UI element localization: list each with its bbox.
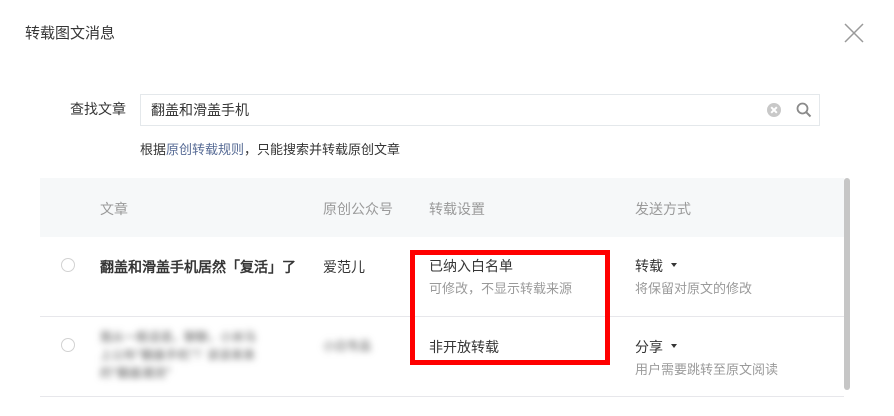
account-name-blurred: 小白专品 bbox=[323, 339, 372, 353]
repost-setting: 非开放转载 bbox=[429, 340, 499, 356]
header-account: 原创公众号 bbox=[323, 202, 393, 218]
caret-down-icon bbox=[671, 344, 677, 348]
article-title-blurred: 我从一般话语，聊聊，小米马 上公布"翻盖手机"？该该来来 的"翻盖潮流" bbox=[100, 328, 256, 382]
search-label: 查找文章 bbox=[70, 102, 126, 118]
article-title-line: 上公布"翻盖手机"？该该来来 bbox=[100, 348, 256, 362]
send-method-dropdown[interactable]: 转载 bbox=[635, 256, 677, 276]
article-title-line: 的"翻盖潮流" bbox=[100, 366, 172, 380]
table-header: 文章 原创公众号 转载设置 发送方式 bbox=[40, 178, 844, 237]
search-box bbox=[140, 94, 820, 126]
table-row[interactable]: 我从一般话语，聊聊，小米马 上公布"翻盖手机"？该该来来 的"翻盖潮流" 小白专… bbox=[40, 317, 844, 397]
account-name: 爱范儿 bbox=[323, 260, 365, 276]
search-input[interactable] bbox=[151, 95, 751, 125]
dialog-title: 转载图文消息 bbox=[25, 24, 116, 42]
scrollbar[interactable] bbox=[844, 178, 850, 390]
repost-setting: 已纳入白名单 bbox=[429, 259, 513, 275]
rule-hint: 根据原创转载规则，只能搜索并转载原创文章 bbox=[140, 139, 400, 158]
table-row[interactable]: 翻盖和滑盖手机居然「复活」了 爱范儿 已纳入白名单 可修改，不显示转载来源 转载… bbox=[40, 237, 844, 317]
article-title-line: 我从一般话语，聊聊，小米马 bbox=[100, 330, 257, 344]
repost-setting-note: 可修改，不显示转载来源 bbox=[429, 282, 573, 297]
header-repost-setting: 转载设置 bbox=[429, 202, 485, 218]
rule-hint-prefix: 根据 bbox=[140, 143, 167, 158]
rule-link[interactable]: 原创转载规则 bbox=[166, 143, 244, 158]
rule-hint-suffix: ，只能搜索并转载原创文章 bbox=[244, 143, 401, 158]
row-radio[interactable] bbox=[61, 258, 75, 272]
header-send-method: 发送方式 bbox=[635, 202, 691, 218]
article-table: 文章 原创公众号 转载设置 发送方式 翻盖和滑盖手机居然「复活」了 爱范儿 已纳… bbox=[40, 178, 850, 398]
send-method-note: 用户需要跳转至原文阅读 bbox=[635, 363, 779, 378]
send-method-note: 将保留对原文的修改 bbox=[635, 282, 753, 297]
send-method-label: 转载 bbox=[635, 259, 663, 275]
caret-down-icon bbox=[671, 263, 677, 267]
clear-icon[interactable] bbox=[767, 103, 781, 117]
close-icon[interactable] bbox=[843, 22, 865, 44]
article-title: 翻盖和滑盖手机居然「复活」了 bbox=[100, 260, 296, 276]
search-icon[interactable] bbox=[795, 101, 813, 119]
send-method-label: 分享 bbox=[635, 340, 663, 356]
row-radio[interactable] bbox=[61, 338, 75, 352]
header-article: 文章 bbox=[100, 202, 128, 218]
send-method-dropdown[interactable]: 分享 bbox=[635, 337, 677, 357]
